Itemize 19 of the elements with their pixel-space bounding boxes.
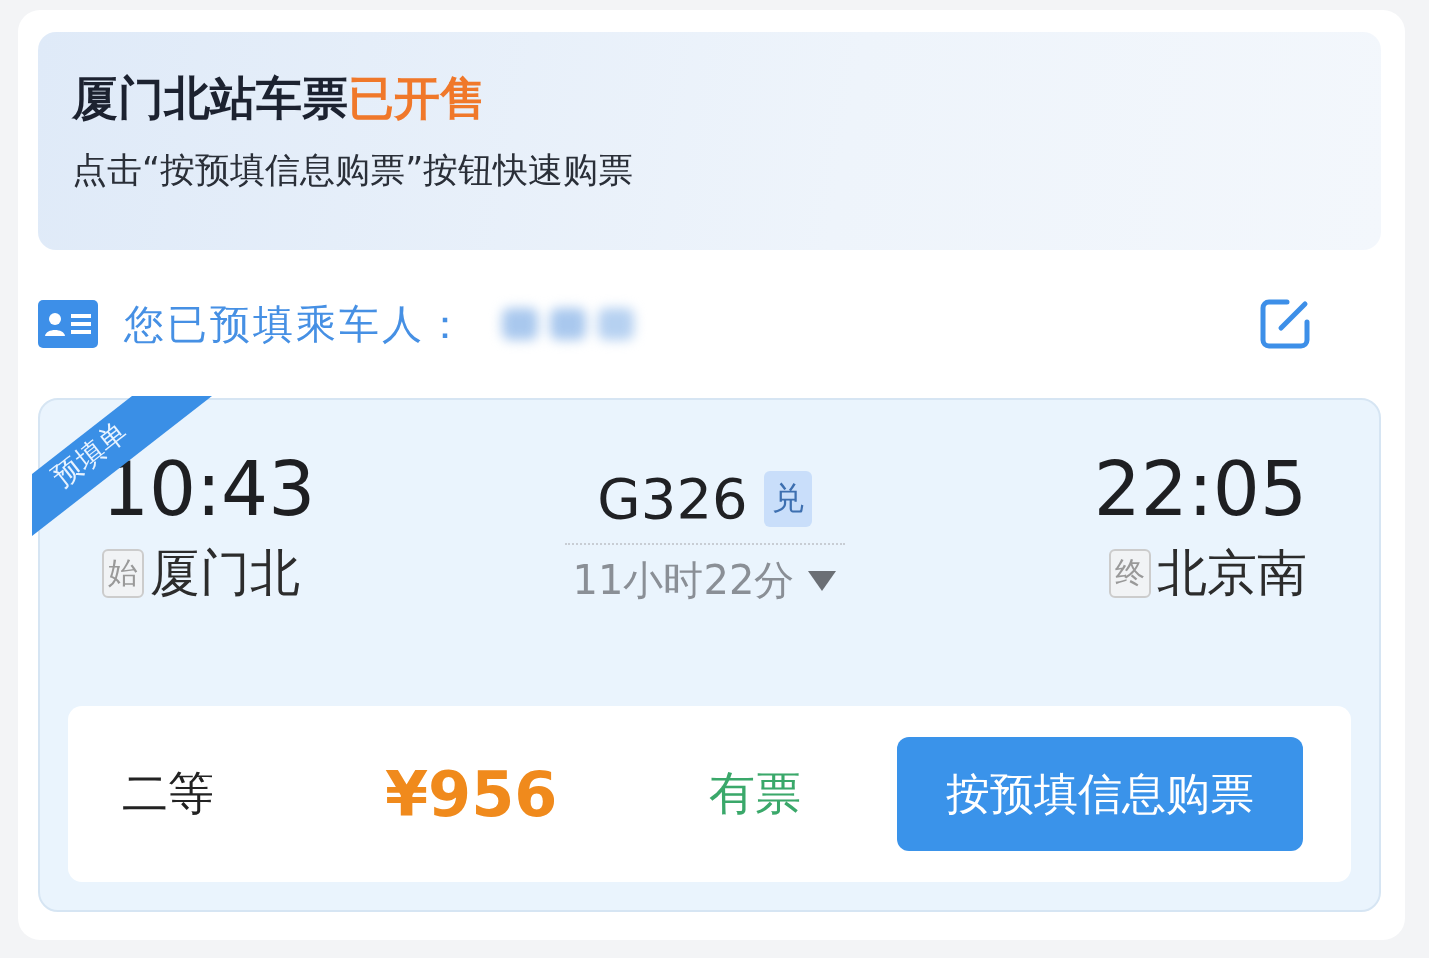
train-number: G326 [597,466,748,531]
train-badge: 兑 [763,470,812,527]
arrival-station: 北京南 [1157,543,1307,604]
arrival-time: 22:05 [1093,446,1307,532]
caret-icon[interactable] [808,570,837,591]
ticket-price: ¥956 [384,757,559,831]
id-card-icon [38,300,98,348]
trip-duration: 11小时22分 [572,556,795,605]
ticket-availability: 有票 [709,765,803,822]
edit-icon[interactable] [1259,298,1311,350]
start-tag: 始 [102,549,144,598]
banner-title: 厦门北站车票 [72,70,348,126]
passenger-label: 您已预填乘车人： [124,299,468,349]
banner-subtitle: 点击“按预填信息购票”按钮快速购票 [72,149,635,192]
seat-class: 二等 [122,765,215,822]
sale-status: 已开售 [348,70,486,126]
end-tag: 终 [1109,549,1151,598]
buy-button[interactable]: 按预填信息购票 [896,737,1303,851]
departure-station: 厦门北 [150,543,300,604]
